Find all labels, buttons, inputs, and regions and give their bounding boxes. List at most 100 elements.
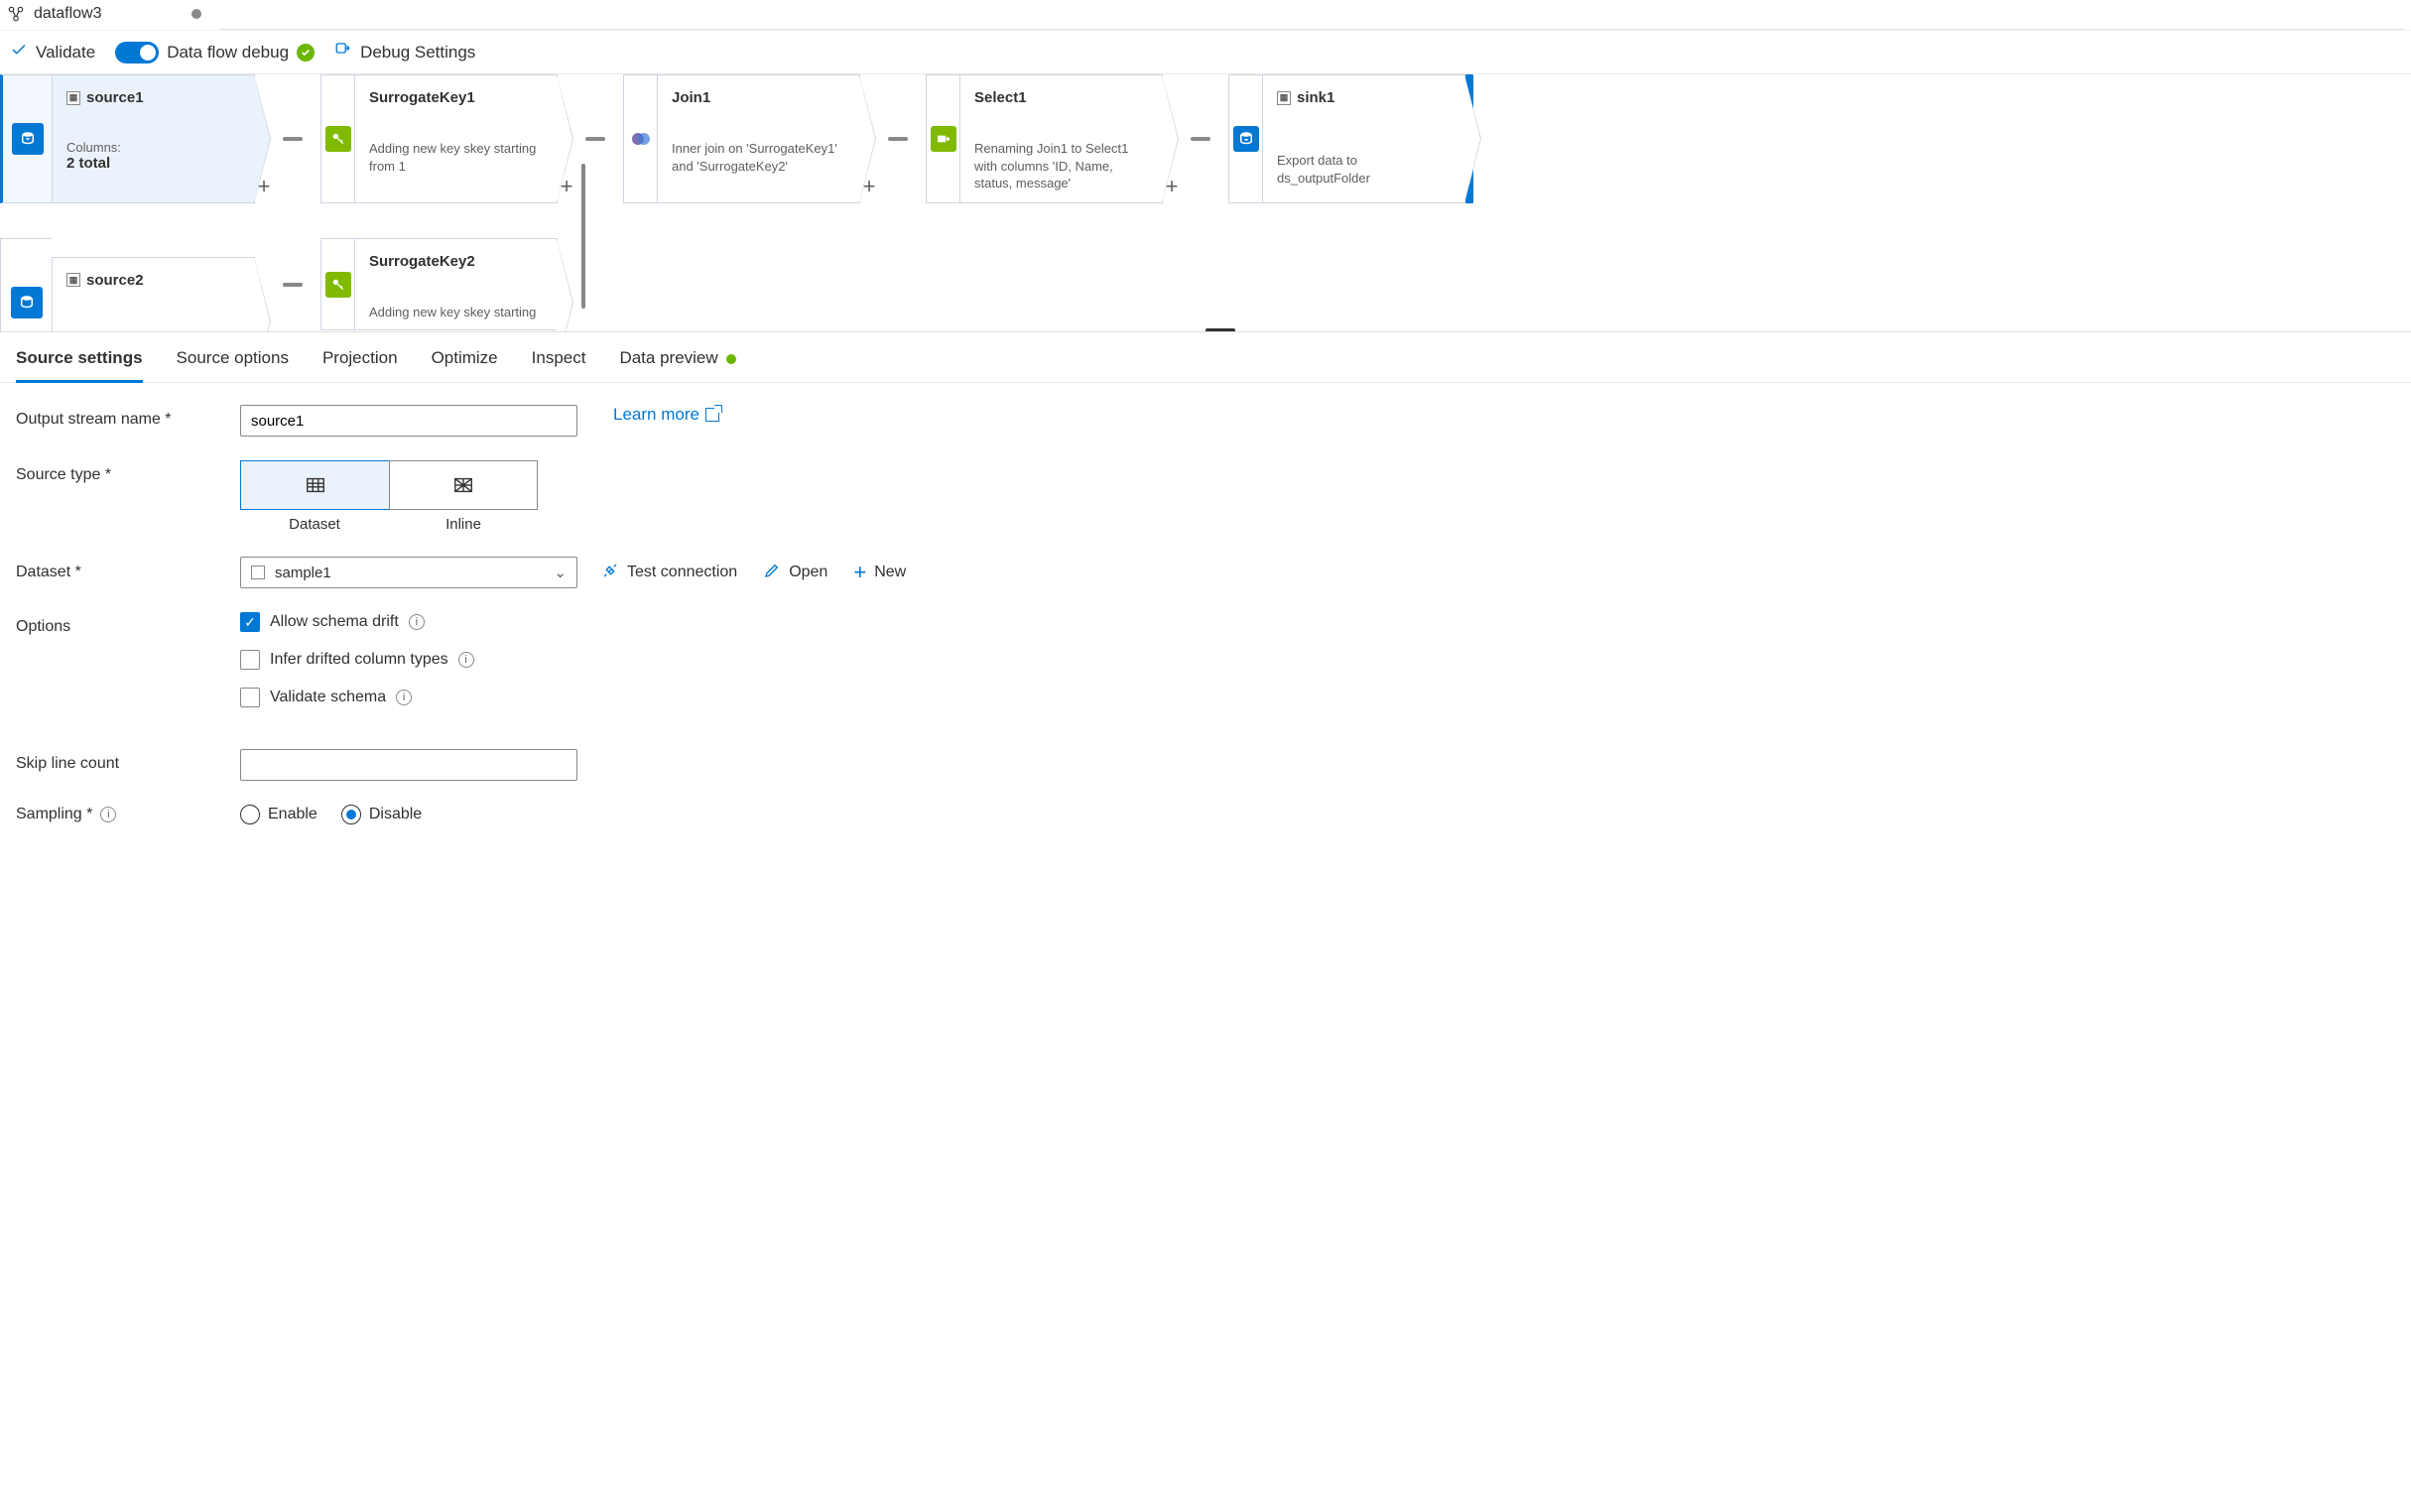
chevron-down-icon: ⌄ bbox=[554, 564, 567, 581]
info-icon[interactable]: i bbox=[100, 807, 116, 822]
radio-icon bbox=[240, 805, 260, 824]
settings-tabs: Source settings Source options Projectio… bbox=[0, 332, 2411, 383]
validate-label: Validate bbox=[36, 43, 95, 63]
node-sink1[interactable]: ▦sink1 Export data to ds_outputFolder bbox=[1208, 74, 1473, 203]
node-name: sink1 bbox=[1297, 89, 1334, 106]
tab-projection[interactable]: Projection bbox=[322, 348, 398, 382]
plus-icon: + bbox=[853, 560, 866, 585]
unsaved-indicator-icon bbox=[191, 9, 201, 19]
columns-label: Columns: bbox=[66, 140, 240, 155]
debug-toggle[interactable]: Data flow debug bbox=[115, 42, 315, 63]
pencil-icon bbox=[763, 562, 781, 584]
node-name: SurrogateKey2 bbox=[369, 253, 475, 270]
node-source1[interactable]: ▦source1 Columns: 2 total bbox=[0, 74, 255, 203]
source-settings-form: Output stream name * Learn more Source t… bbox=[0, 383, 2411, 870]
node-join1[interactable]: Join1 Inner join on 'SurrogateKey1' and … bbox=[603, 74, 860, 203]
add-step-button[interactable]: + bbox=[556, 174, 577, 199]
tab-optimize[interactable]: Optimize bbox=[432, 348, 498, 382]
source-type-icon bbox=[0, 238, 52, 332]
options-label: Options bbox=[16, 612, 240, 636]
tab-header: dataflow3 bbox=[0, 0, 2411, 31]
connector-line bbox=[283, 283, 303, 287]
sampling-disable-radio[interactable]: Disable bbox=[341, 805, 422, 824]
dataflow-icon bbox=[6, 4, 26, 24]
connector-line bbox=[283, 137, 303, 141]
new-dataset-button[interactable]: + New bbox=[853, 560, 906, 585]
node-desc: Renaming Join1 to Select1 with columns '… bbox=[974, 140, 1148, 192]
dataset-label: Dataset * bbox=[16, 564, 240, 581]
node-desc: Adding new key skey starting from 1 bbox=[369, 140, 543, 175]
info-icon[interactable]: i bbox=[409, 614, 425, 630]
sampling-label: Sampling * bbox=[16, 806, 92, 823]
debug-status-icon bbox=[297, 44, 315, 62]
node-surrogatekey1[interactable]: SurrogateKey1 Adding new key skey starti… bbox=[301, 74, 558, 203]
source-type-dataset-button[interactable] bbox=[240, 460, 389, 510]
info-icon[interactable]: i bbox=[396, 690, 412, 705]
checkbox-icon bbox=[240, 688, 260, 707]
add-step-button[interactable]: + bbox=[1161, 174, 1183, 199]
tab-inspect[interactable]: Inspect bbox=[532, 348, 586, 382]
add-step-button[interactable]: + bbox=[858, 174, 880, 199]
output-stream-input[interactable] bbox=[240, 405, 577, 437]
node-name: SurrogateKey1 bbox=[369, 89, 475, 106]
dataset-dropdown[interactable]: sample1 ⌄ bbox=[240, 557, 577, 588]
join-icon bbox=[628, 126, 654, 152]
plug-icon bbox=[601, 562, 619, 584]
debug-settings-label: Debug Settings bbox=[360, 43, 475, 63]
sampling-enable-radio[interactable]: Enable bbox=[240, 805, 317, 824]
columns-value: 2 total bbox=[66, 155, 240, 172]
tab-data-preview[interactable]: Data preview bbox=[619, 348, 735, 382]
settings-arrow-icon bbox=[334, 41, 352, 63]
node-desc: Export data to ds_outputFolder bbox=[1277, 152, 1451, 187]
sampling-label-wrap: Sampling * i bbox=[16, 806, 240, 823]
tab-source-settings[interactable]: Source settings bbox=[16, 348, 143, 383]
check-icon bbox=[10, 41, 28, 63]
infer-drifted-checkbox[interactable]: Infer drifted column types i bbox=[240, 650, 474, 670]
skip-line-input[interactable] bbox=[240, 749, 577, 781]
learn-more-link[interactable]: Learn more bbox=[613, 405, 719, 425]
source-type-label: Source type * bbox=[16, 460, 240, 484]
node-surrogatekey2[interactable]: SurrogateKey2 Adding new key skey starti… bbox=[301, 238, 558, 330]
node-desc: Adding new key skey starting bbox=[369, 304, 543, 321]
dataset-icon: ▦ bbox=[66, 273, 80, 287]
dataset-icon: ▦ bbox=[66, 91, 80, 105]
source-type-icon bbox=[0, 74, 52, 203]
inline-option-label: Inline bbox=[389, 516, 538, 533]
checkbox-icon bbox=[240, 650, 260, 670]
surrogatekey-icon bbox=[325, 272, 351, 298]
open-dataset-button[interactable]: Open bbox=[763, 560, 827, 585]
connector-line bbox=[585, 137, 605, 141]
node-select1[interactable]: Select1 Renaming Join1 to Select1 with c… bbox=[906, 74, 1163, 203]
test-connection-button[interactable]: Test connection bbox=[601, 560, 737, 585]
dataset-option-label: Dataset bbox=[240, 516, 389, 533]
node-name: source2 bbox=[86, 272, 144, 289]
panel-resize-handle[interactable] bbox=[1206, 328, 1235, 332]
dataset-icon bbox=[251, 566, 265, 579]
validate-button[interactable]: Validate bbox=[10, 41, 95, 63]
connector-line bbox=[1191, 137, 1210, 141]
allow-schema-drift-checkbox[interactable]: ✓ Allow schema drift i bbox=[240, 612, 474, 632]
radio-icon bbox=[341, 805, 361, 824]
node-desc: Inner join on 'SurrogateKey1' and 'Surro… bbox=[672, 140, 845, 175]
source-type-inline-button[interactable] bbox=[389, 460, 538, 510]
dataflow-canvas[interactable]: ▦source1 Columns: 2 total + SurrogateKey… bbox=[0, 74, 2411, 332]
sink-icon bbox=[1233, 126, 1259, 152]
external-link-icon bbox=[705, 408, 719, 422]
grid-icon bbox=[305, 474, 326, 496]
select-icon bbox=[931, 126, 956, 152]
debug-toggle-label: Data flow debug bbox=[167, 43, 289, 63]
add-step-button[interactable]: + bbox=[253, 174, 275, 199]
toggle-switch-icon[interactable] bbox=[115, 42, 159, 63]
debug-settings-button[interactable]: Debug Settings bbox=[334, 41, 475, 63]
node-source2[interactable]: ▦ source2 bbox=[0, 238, 255, 332]
source-type-segmented bbox=[240, 460, 538, 510]
node-name: Select1 bbox=[974, 89, 1027, 106]
inline-icon bbox=[452, 474, 474, 496]
tab-source-options[interactable]: Source options bbox=[177, 348, 289, 382]
document-name[interactable]: dataflow3 bbox=[34, 5, 102, 23]
output-stream-label: Output stream name * bbox=[16, 405, 240, 429]
toolbar: Validate Data flow debug Debug Settings bbox=[0, 31, 2411, 74]
checkbox-icon: ✓ bbox=[240, 612, 260, 632]
validate-schema-checkbox[interactable]: Validate schema i bbox=[240, 688, 474, 707]
info-icon[interactable]: i bbox=[458, 652, 474, 668]
